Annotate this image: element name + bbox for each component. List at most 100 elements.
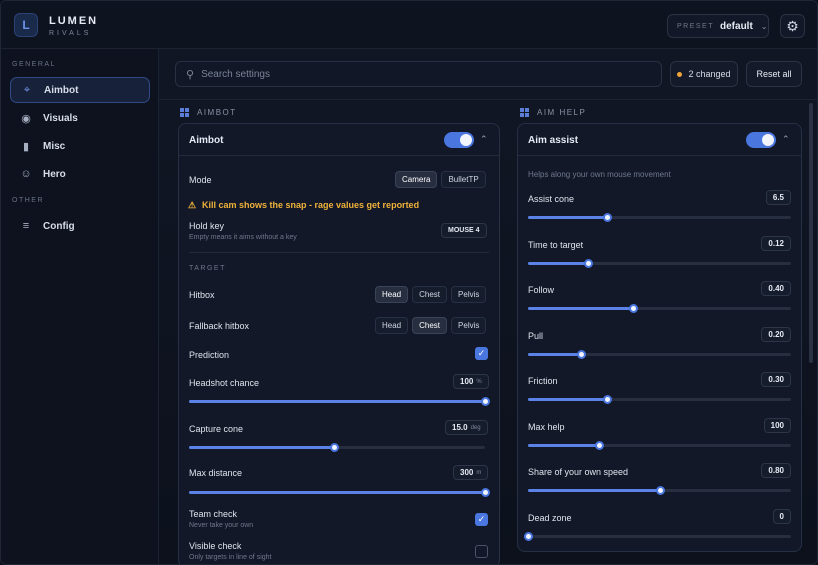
hitbox-option-chest[interactable]: Chest — [412, 286, 448, 303]
reset-all-button[interactable]: Reset all — [746, 61, 802, 87]
slider-thumb[interactable] — [330, 443, 340, 452]
slider-thumb[interactable] — [524, 532, 533, 541]
settings-gear-button[interactable]: ⚙ — [780, 14, 805, 38]
fallback-option-chest[interactable]: Chest — [412, 317, 448, 334]
value-number: 100 — [460, 377, 474, 386]
pull-value[interactable]: 0.20 — [761, 327, 791, 342]
headshot-chance-value[interactable]: 100 % — [453, 374, 489, 389]
max-help-label: Max help — [528, 422, 565, 432]
search-icon: ⚲ — [186, 68, 195, 81]
assist-cone-slider[interactable] — [528, 213, 791, 222]
slider-thumb[interactable] — [595, 441, 604, 450]
friction-value[interactable]: 0.30 — [761, 372, 791, 387]
mode-option-bullettp[interactable]: BulletTP — [441, 171, 486, 188]
pull-slider[interactable] — [528, 350, 791, 359]
assist-cone-value[interactable]: 6.5 — [765, 190, 791, 205]
search-input[interactable] — [201, 68, 642, 80]
bars-icon: ▮ — [22, 140, 30, 153]
scrollbar[interactable] — [809, 103, 813, 363]
friction-label: Friction — [528, 376, 558, 386]
fallback-option-head[interactable]: Head — [375, 317, 409, 334]
team-check-sub: Never take your own — [189, 522, 254, 529]
assist-cone-label: Assist cone — [528, 194, 575, 204]
dead-zone-slider[interactable] — [524, 532, 791, 541]
crosshair-icon: ⌖ — [23, 83, 31, 96]
slider-thumb[interactable] — [629, 304, 639, 313]
aim-assist-toggle[interactable] — [746, 132, 776, 148]
share-of-your-own-speed-label: Share of your own speed — [528, 467, 629, 477]
sidebar: GENERAL ⌖ Aimbot ◉ Visuals ▮ Misc ☺ Hero… — [1, 49, 159, 564]
slider-thumb[interactable] — [655, 486, 665, 495]
aimbot-section-header: AIMBOT — [180, 108, 237, 117]
pull-label: Pull — [528, 331, 544, 341]
time-to-target-value[interactable]: 0.12 — [761, 236, 791, 251]
slider-thumb[interactable] — [576, 350, 586, 359]
grid-icon — [520, 108, 529, 117]
value-number: 15.0 — [452, 423, 468, 432]
max-distance-slider[interactable] — [189, 488, 490, 497]
gear-icon: ⚙ — [786, 17, 799, 34]
chevron-down-icon: ⌄ — [760, 21, 768, 31]
friction-slider[interactable] — [528, 395, 791, 404]
slider-thumb[interactable] — [481, 488, 490, 497]
sidebar-item-config[interactable]: ≡ Config — [10, 213, 150, 239]
follow-slider[interactable] — [528, 304, 791, 313]
aimbot-toggle[interactable] — [444, 132, 474, 148]
sidebar-item-hero[interactable]: ☺ Hero — [10, 161, 150, 187]
max-distance-label: Max distance — [189, 468, 243, 478]
slider-thumb[interactable] — [602, 213, 612, 222]
sidebar-item-visuals[interactable]: ◉ Visuals — [10, 105, 150, 131]
dead-zone-value[interactable]: 0 — [772, 509, 791, 524]
hold-key-sub: Empty means it aims without a key — [189, 234, 297, 241]
sidebar-item-misc[interactable]: ▮ Misc — [10, 133, 150, 159]
capture-cone-value[interactable]: 15.0 deg — [445, 420, 488, 435]
sidebar-item-label: Hero — [43, 168, 66, 180]
mode-option-camera[interactable]: Camera — [395, 171, 438, 188]
slider-fill — [189, 400, 485, 403]
slider-fill — [528, 444, 599, 447]
mode-label: Mode — [189, 175, 212, 185]
aimbot-card: Aimbot ⌃ Mode Camera BulletTP ⚠ Kill cam… — [178, 123, 500, 564]
chevron-up-icon[interactable]: ⌃ — [782, 134, 790, 145]
person-icon: ☺ — [20, 168, 32, 180]
aim-assist-card: Aim assist ⌃ Helps along your own mouse … — [517, 123, 802, 552]
slider-fill — [528, 307, 634, 310]
follow-label: Follow — [528, 285, 555, 295]
grid-icon — [180, 108, 189, 117]
share-of-your-own-speed-slider[interactable] — [528, 486, 791, 495]
capture-cone-slider[interactable] — [189, 443, 485, 452]
headshot-chance-label: Headshot chance — [189, 378, 260, 388]
slider-thumb[interactable] — [584, 259, 594, 268]
time-to-target-slider[interactable] — [528, 259, 791, 268]
app-subtitle: RIVALS — [49, 30, 92, 37]
max-help-slider[interactable] — [528, 441, 791, 450]
team-check-checkbox[interactable]: ✓ — [475, 513, 488, 526]
value-unit: m — [476, 469, 482, 476]
hold-key-chip[interactable]: MOUSE 4 — [441, 223, 487, 238]
chevron-up-icon[interactable]: ⌃ — [480, 134, 488, 145]
menu-icon: ≡ — [22, 220, 30, 232]
fallback-option-pelvis[interactable]: Pelvis — [451, 317, 487, 334]
divider — [159, 99, 817, 100]
share-of-your-own-speed-value[interactable]: 0.80 — [761, 463, 791, 478]
slider-thumb[interactable] — [481, 397, 490, 406]
hitbox-option-pelvis[interactable]: Pelvis — [451, 286, 487, 303]
search-bar: ⚲ — [175, 61, 662, 87]
changed-indicator[interactable]: 2 changed — [670, 61, 738, 87]
visible-check-checkbox[interactable] — [475, 545, 488, 558]
preset-select[interactable]: PRESET default ⌄ — [667, 14, 769, 38]
follow-value[interactable]: 0.40 — [761, 281, 791, 296]
sidebar-item-aimbot[interactable]: ⌖ Aimbot — [10, 77, 150, 103]
fallback-hitbox-segmented-control: Head Chest Pelvis — [375, 317, 487, 334]
prediction-checkbox[interactable]: ✓ — [475, 347, 488, 360]
time-to-target-label: Time to target — [528, 240, 584, 250]
slider-fill — [528, 489, 660, 492]
max-help-value[interactable]: 100 — [763, 418, 791, 433]
eye-icon: ◉ — [21, 112, 31, 125]
hitbox-option-head[interactable]: Head — [375, 286, 409, 303]
headshot-chance-slider[interactable] — [189, 397, 490, 406]
max-distance-value[interactable]: 300 m — [453, 465, 489, 480]
warning-text: Kill cam shows the snap - rage values ge… — [202, 200, 420, 210]
team-check-label: Team check — [189, 509, 238, 519]
slider-thumb[interactable] — [602, 395, 612, 404]
